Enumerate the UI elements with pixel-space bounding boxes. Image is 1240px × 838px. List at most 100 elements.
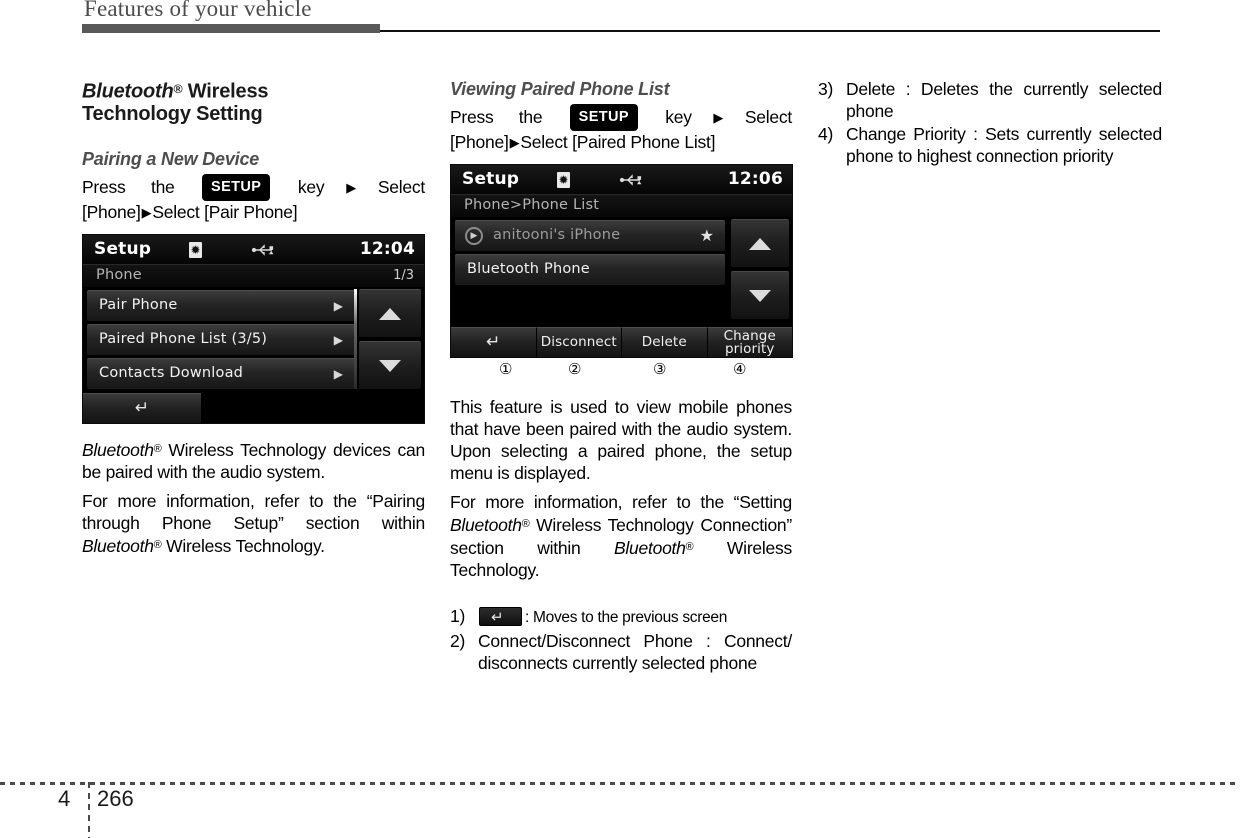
device-menu-list: Pair Phone ▶ Paired Phone List (3/5) ▶ C… xyxy=(87,290,355,392)
paragraph-text-pre: For more information, refer to the “Pair… xyxy=(82,491,425,534)
section-title: Bluetooth® Wireless Technology Setting xyxy=(82,78,425,126)
device-breadcrumb-bar: Phone>Phone List xyxy=(451,195,792,217)
step-arrow-icon: ▶ xyxy=(141,205,152,221)
brand-bluetooth: Bluetooth xyxy=(82,440,154,461)
list-item-text: Change Priority : Sets currently selecte… xyxy=(846,124,1162,166)
section-title-line2: Technology Setting xyxy=(82,103,263,126)
chevron-right-icon: ▶ xyxy=(333,367,343,382)
device-back-button[interactable]: ↵ xyxy=(83,393,201,424)
triangle-down-icon xyxy=(379,359,401,372)
phone-list-item-selected[interactable]: ▶ anitooni's iPhone ★ xyxy=(455,220,725,251)
device-content-area: ▶ anitooni's iPhone ★ Bluetooth Phone xyxy=(451,217,792,324)
footer-page-number: 266 xyxy=(97,786,134,811)
instruction-after-key: key xyxy=(297,177,325,198)
footer-vertical-rule xyxy=(88,782,90,838)
list-number: 1) xyxy=(450,605,466,626)
scroll-down-button[interactable] xyxy=(359,341,421,390)
scroll-up-button[interactable] xyxy=(731,219,789,267)
list-item-text: : Moves to the previous screen xyxy=(525,608,728,626)
step-arrow-icon: ▶ xyxy=(509,135,520,150)
callout-3: ③ xyxy=(653,361,667,378)
callout-1: ① xyxy=(499,361,513,378)
brand-bluetooth: Bluetooth xyxy=(82,535,154,556)
screenshot-setup-phone-menu: Setup ✹ 12:04 Phone 1/3 Pair Phone ▶ Pai… xyxy=(82,234,425,425)
paragraph-text-pre: For more information, refer to the “Sett… xyxy=(450,492,792,512)
star-icon: ★ xyxy=(699,226,714,245)
device-footer-filler xyxy=(201,393,424,424)
device-clock: 12:04 xyxy=(359,239,415,260)
paragraph-more-info-2: For more information, refer to the “Sett… xyxy=(450,491,792,581)
list-item: 3) Delete : Deletes the currently select… xyxy=(818,78,1162,122)
chevron-right-icon: ▶ xyxy=(333,299,343,314)
instruction-after-key: key xyxy=(665,107,692,127)
header-rule-line xyxy=(380,30,1160,32)
brand-bluetooth: Bluetooth xyxy=(450,514,522,535)
subsection-title-viewing-list: Viewing Paired Phone List xyxy=(450,79,670,99)
back-arrow-glyph: ↵ xyxy=(491,608,504,626)
viewing-instruction: Press the SETUP key▶Select [Phone]▶Selec… xyxy=(450,104,792,154)
device-back-button[interactable]: ↵ xyxy=(451,327,537,357)
phone-name-label: Bluetooth Phone xyxy=(467,261,590,277)
device-footer-bar: ↵ Disconnect Delete Change priority xyxy=(451,327,792,357)
scroll-track[interactable] xyxy=(354,289,357,390)
setup-key-badge[interactable]: SETUP xyxy=(202,174,271,202)
running-header-title: Features of your vehicle xyxy=(84,0,312,21)
usb-icon xyxy=(251,243,277,257)
bluetooth-icon: ✹ xyxy=(557,172,570,188)
list-number: 2) xyxy=(450,630,466,651)
column-left: Bluetooth® Wireless Technology Setting P… xyxy=(82,78,425,557)
device-breadcrumb: Phone xyxy=(96,267,142,284)
list-item: 4) Change Priority : Sets currently sele… xyxy=(818,123,1162,167)
device-disconnect-button[interactable]: Disconnect xyxy=(536,327,622,357)
device-delete-button[interactable]: Delete xyxy=(622,327,708,357)
list-item: 2) Connect/Disconnect Phone : Connect/ d… xyxy=(450,630,792,674)
scroll-up-button[interactable] xyxy=(359,289,421,338)
list-item-text: Connect/Disconnect Phone : Connect/ disc… xyxy=(478,630,792,673)
device-scrollbar[interactable] xyxy=(731,219,789,323)
triangle-down-icon xyxy=(749,289,771,302)
footer-chapter-number: 4 xyxy=(58,786,71,811)
setup-key-badge[interactable]: SETUP xyxy=(569,104,638,131)
footer-dotted-rule xyxy=(0,782,1240,785)
device-breadcrumb: Phone>Phone List xyxy=(464,197,600,213)
bluetooth-icon: ✹ xyxy=(189,242,202,259)
device-status-bar: Setup ✹ 12:04 xyxy=(83,235,424,266)
device-status-bar: Setup ✹ 12:06 xyxy=(451,165,792,195)
section-title-rest: Wireless xyxy=(182,80,269,103)
phone-name-label: anitooni's iPhone xyxy=(493,227,621,243)
list-number: 3) xyxy=(818,79,834,99)
button-legend-list-left: 1) ↵ : Moves to the previous screen 2) Co… xyxy=(450,605,792,674)
list-number: 4) xyxy=(818,124,834,144)
menu-item-pair-phone[interactable]: Pair Phone ▶ xyxy=(87,290,355,322)
brand-bluetooth: Bluetooth xyxy=(613,537,686,558)
column-right: 3) Delete : Deletes the currently select… xyxy=(818,78,1162,168)
back-arrow-icon: ↵ xyxy=(134,398,150,419)
scroll-down-button[interactable] xyxy=(731,271,789,319)
phone-list-item[interactable]: Bluetooth Phone xyxy=(455,254,725,285)
brand-bluetooth: Bluetooth xyxy=(82,80,174,103)
device-screen-title: Setup xyxy=(462,169,520,189)
device-change-priority-button[interactable]: Change priority xyxy=(707,327,792,357)
manual-page: Features of your vehicle Bluetooth® Wire… xyxy=(0,0,1240,838)
subsection-title-pairing: Pairing a New Device xyxy=(82,149,260,170)
back-arrow-icon: ↵ xyxy=(486,332,501,352)
callout-2: ② xyxy=(568,361,582,378)
menu-item-contacts-download[interactable]: Contacts Download ▶ xyxy=(87,358,355,390)
instruction-before-key: Press the xyxy=(450,107,543,127)
device-screen-title: Setup xyxy=(94,239,152,260)
menu-item-label: Contacts Download xyxy=(99,365,244,382)
device-phone-list: ▶ anitooni's iPhone ★ Bluetooth Phone xyxy=(455,220,725,288)
device-clock: 12:06 xyxy=(727,169,783,189)
usb-icon xyxy=(619,173,645,187)
paragraph-text-post: Wireless Technology. xyxy=(161,535,325,556)
paragraph-more-info: For more information, refer to the “Pair… xyxy=(82,490,425,557)
step-arrow-icon: ▶ xyxy=(692,110,744,125)
instruction-before-key: Press the xyxy=(82,177,175,198)
device-breadcrumb-bar: Phone 1/3 xyxy=(83,265,424,288)
step-arrow-icon: ▶ xyxy=(325,180,377,196)
instruction-step-2: Select [Paired Phone List] xyxy=(520,132,716,152)
menu-item-paired-phone-list[interactable]: Paired Phone List (3/5) ▶ xyxy=(87,324,355,356)
back-arrow-icon: ↵ xyxy=(479,606,522,626)
device-scrollbar[interactable] xyxy=(354,289,421,393)
callout-4: ④ xyxy=(733,361,747,378)
